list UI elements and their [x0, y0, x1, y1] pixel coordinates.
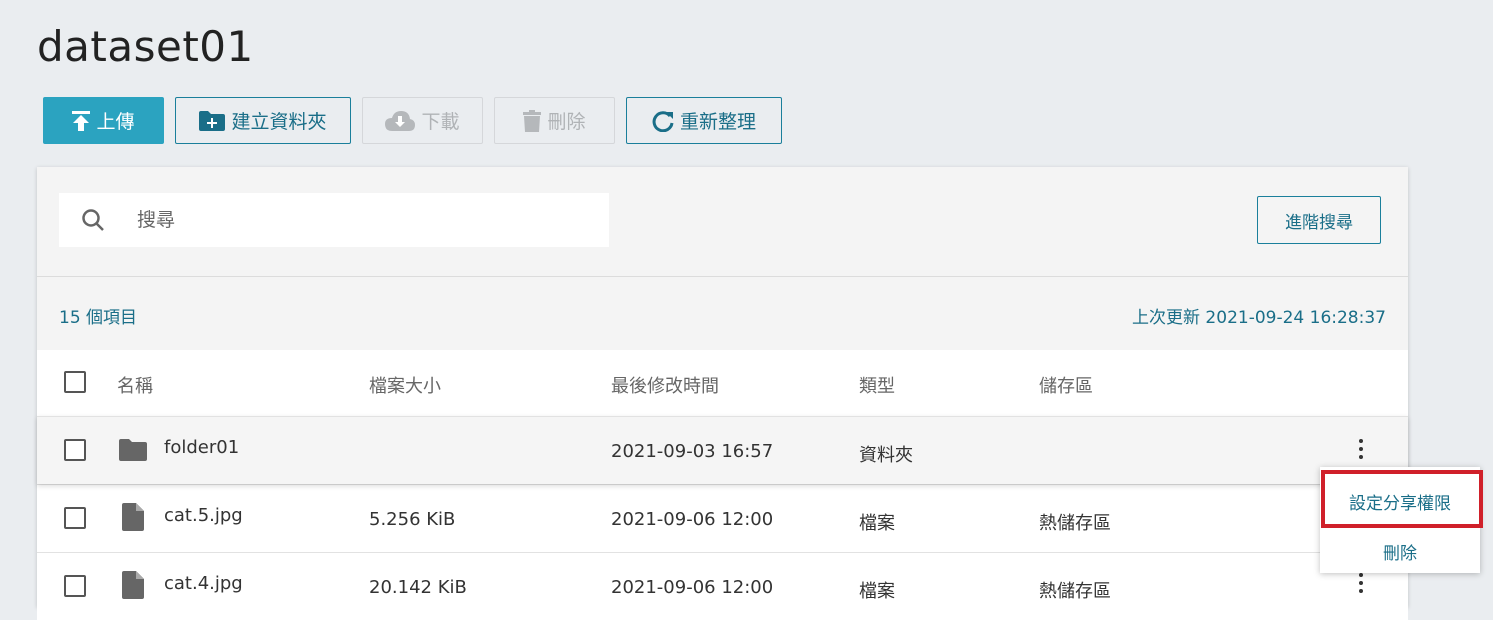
refresh-button[interactable]: 重新整理	[626, 97, 782, 144]
download-label: 下載	[421, 111, 460, 133]
file-size: 5.256 KiB	[369, 509, 456, 530]
file-modified: 2021-09-03 16:57	[611, 441, 774, 462]
advanced-search-button[interactable]: 進階搜尋	[1257, 196, 1381, 244]
trash-icon	[523, 109, 542, 132]
file-modified: 2021-09-06 12:00	[611, 577, 774, 598]
upload-label: 上傳	[96, 111, 135, 133]
more-vert-icon[interactable]	[1357, 573, 1365, 597]
file-name[interactable]: cat.5.jpg	[164, 505, 243, 526]
file-type: 檔案	[859, 581, 895, 602]
search-input[interactable]	[135, 208, 519, 232]
more-vert-icon[interactable]	[1357, 439, 1365, 463]
column-type[interactable]: 類型	[859, 372, 895, 398]
select-all-checkbox[interactable]	[64, 371, 86, 393]
row-checkbox[interactable]	[64, 439, 86, 461]
upload-icon	[72, 110, 91, 131]
file-storage: 熱儲存區	[1039, 581, 1111, 602]
file-type: 檔案	[859, 513, 895, 534]
file-panel: 進階搜尋 15 個項目 上次更新 2021-09-24 16:28:37 名稱 …	[37, 167, 1408, 620]
file-type: 資料夾	[859, 445, 913, 466]
folder-plus-icon	[199, 110, 226, 131]
new-folder-label: 建立資料夾	[231, 111, 327, 133]
file-icon	[122, 571, 144, 599]
file-icon	[122, 503, 144, 531]
page-title: dataset01	[37, 22, 254, 71]
table-row[interactable]: folder01 2021-09-03 16:57 資料夾	[37, 416, 1408, 484]
file-size: 20.142 KiB	[369, 577, 467, 598]
column-storage[interactable]: 儲存區	[1039, 372, 1093, 398]
row-checkbox[interactable]	[64, 575, 86, 597]
context-menu: 設定分享權限 刪除	[1320, 467, 1483, 573]
search-box	[59, 193, 609, 247]
menu-item-share-permissions[interactable]: 設定分享權限	[1320, 489, 1480, 514]
divider	[37, 276, 1408, 277]
upload-button[interactable]: 上傳	[43, 97, 164, 144]
delete-button[interactable]: 刪除	[494, 97, 615, 144]
file-table: 名稱 檔案大小 最後修改時間 類型 儲存區 folder01 2021-09-0…	[37, 350, 1408, 620]
last-updated: 上次更新 2021-09-24 16:28:37	[1132, 308, 1386, 328]
new-folder-button[interactable]: 建立資料夾	[175, 97, 351, 144]
file-name[interactable]: folder01	[164, 437, 239, 458]
cloud-download-icon	[385, 110, 416, 131]
refresh-icon	[652, 110, 674, 132]
menu-item-delete[interactable]: 刪除	[1320, 539, 1480, 564]
folder-icon	[119, 439, 147, 461]
table-row[interactable]: cat.4.jpg 20.142 KiB 2021-09-06 12:00 檔案…	[37, 552, 1408, 620]
row-checkbox[interactable]	[64, 507, 86, 529]
search-icon	[82, 209, 104, 231]
file-storage: 熱儲存區	[1039, 513, 1111, 534]
column-modified[interactable]: 最後修改時間	[611, 372, 719, 398]
table-header: 名稱 檔案大小 最後修改時間 類型 儲存區	[37, 350, 1408, 416]
file-modified: 2021-09-06 12:00	[611, 509, 774, 530]
refresh-label: 重新整理	[679, 111, 756, 133]
table-row[interactable]: cat.5.jpg 5.256 KiB 2021-09-06 12:00 檔案 …	[37, 484, 1408, 552]
column-name[interactable]: 名稱	[117, 372, 153, 398]
item-count: 15 個項目	[59, 308, 138, 328]
column-size[interactable]: 檔案大小	[369, 372, 441, 398]
download-button[interactable]: 下載	[362, 97, 483, 144]
delete-label: 刪除	[547, 111, 586, 133]
file-name[interactable]: cat.4.jpg	[164, 573, 243, 594]
